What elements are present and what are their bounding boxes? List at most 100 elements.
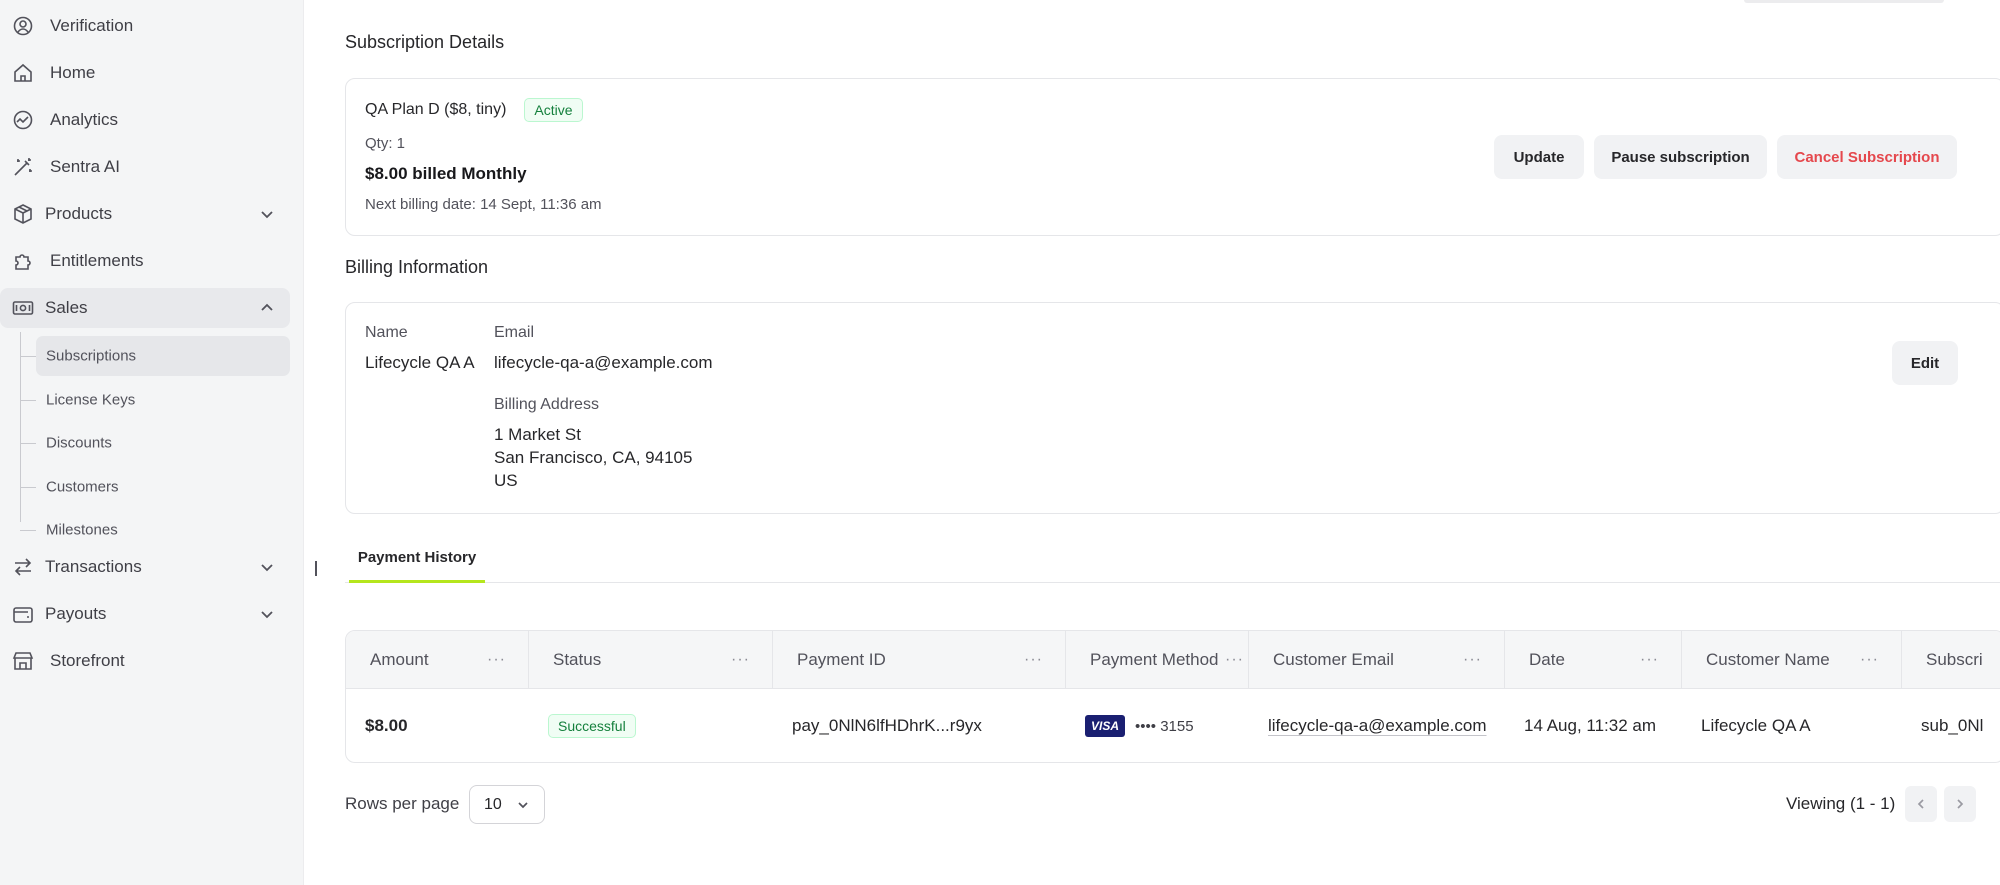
nav-analytics[interactable]: Analytics [0, 100, 290, 140]
top-edge-control [1744, 0, 1944, 3]
payment-status-badge: Successful [548, 714, 636, 738]
nav-label: Payouts [45, 604, 107, 623]
nav-transactions[interactable]: Transactions [0, 547, 290, 587]
table-row[interactable]: $8.00 Successful pay_0NlN6lfHDhrK...r9yx… [346, 689, 2000, 762]
chevron-down-icon[interactable] [258, 605, 276, 623]
verification-icon [12, 15, 34, 37]
column-menu-icon[interactable]: ··· [731, 651, 750, 669]
cell-amount: $8.00 [365, 716, 408, 735]
subnav-label: Milestones [46, 521, 118, 539]
column-header-amount[interactable]: Amount ··· [346, 631, 529, 689]
subnav-milestones[interactable]: Milestones [20, 510, 290, 550]
column-header-customer-email[interactable]: Customer Email ··· [1249, 631, 1505, 689]
tree-branch [20, 443, 36, 444]
plan-name: QA Plan D ($8, tiny) [365, 101, 507, 118]
cell-payment-method: VISA •••• 3155 [1085, 689, 1194, 762]
nav-label: Analytics [50, 110, 119, 129]
home-icon [12, 62, 34, 84]
chevron-down-icon[interactable] [258, 205, 276, 223]
subnav-label: Discounts [46, 434, 112, 452]
money-icon [12, 297, 34, 319]
tab-payment-history[interactable]: Payment History [349, 535, 485, 583]
cell-customer-email[interactable]: lifecycle-qa-a@example.com [1268, 689, 1487, 762]
cell-customer-name: Lifecycle QA A [1701, 716, 1811, 735]
column-menu-icon[interactable]: ··· [1024, 651, 1043, 669]
nav-sentra-ai[interactable]: Sentra AI [0, 147, 290, 187]
nav-storefront[interactable]: Storefront [0, 641, 290, 681]
tree-branch [20, 356, 36, 357]
header-label: Subscri [1926, 650, 1983, 669]
billing-address-label: Billing Address [494, 396, 599, 413]
name-label: Name [365, 324, 408, 341]
tab-bar: Payment History [345, 535, 2000, 583]
header-label: Date [1529, 650, 1565, 669]
nav-home[interactable]: Home [0, 53, 290, 93]
next-page-button[interactable] [1944, 786, 1976, 822]
previous-page-button[interactable] [1905, 786, 1937, 822]
subnav-discounts[interactable]: Discounts [20, 423, 290, 463]
column-menu-icon[interactable]: ··· [1640, 651, 1659, 669]
box-icon [12, 203, 34, 225]
column-menu-icon[interactable]: ··· [1860, 651, 1879, 669]
status-badge: Active [524, 98, 583, 122]
column-menu-icon[interactable]: ··· [1463, 651, 1482, 669]
nav-label: Storefront [50, 651, 125, 670]
chevron-down-icon[interactable] [258, 558, 276, 576]
nav-label: Verification [50, 16, 134, 35]
tree-branch [20, 487, 36, 488]
header-label: Payment Method [1090, 650, 1219, 669]
column-header-payment-method[interactable]: Payment Method ··· [1066, 631, 1249, 689]
nav-label: Sentra AI [50, 157, 120, 176]
address-line-2: San Francisco, CA, 94105 [494, 448, 693, 467]
header-label: Customer Name [1706, 650, 1830, 669]
nav-label: Transactions [45, 557, 142, 576]
email-label: Email [494, 324, 535, 341]
payment-history-table: Amount ··· Status ··· Payment ID ··· Paymen… [345, 630, 2000, 763]
nav-label: Entitlements [50, 251, 144, 270]
store-icon [12, 650, 34, 672]
cancel-subscription-button[interactable]: Cancel Subscription [1777, 135, 1957, 179]
subnav-customers[interactable]: Customers [20, 467, 290, 507]
cell-subscription[interactable]: sub_0Nl [1921, 689, 1983, 762]
cell-date: 14 Aug, 11:32 am [1524, 716, 1657, 735]
column-header-customer-name[interactable]: Customer Name ··· [1682, 631, 1902, 689]
resize-handle[interactable] [315, 561, 317, 576]
header-label: Amount [370, 650, 429, 669]
column-header-payment-id[interactable]: Payment ID ··· [773, 631, 1066, 689]
column-header-status[interactable]: Status ··· [529, 631, 773, 689]
card-masked-number: •••• 3155 [1135, 717, 1194, 735]
header-label: Customer Email [1273, 650, 1394, 669]
price-billing: $8.00 billed Monthly [365, 164, 527, 183]
rows-per-page-label: Rows per page [345, 794, 460, 813]
edit-billing-button[interactable]: Edit [1892, 341, 1958, 385]
address-line-1: 1 Market St [494, 425, 581, 444]
email-value: lifecycle-qa-a@example.com [494, 353, 713, 372]
nav-payouts[interactable]: Payouts [0, 594, 290, 634]
update-button[interactable]: Update [1494, 135, 1584, 179]
rows-per-page-select[interactable]: 10 [469, 785, 545, 824]
nav-products[interactable]: Products [0, 194, 290, 234]
puzzle-icon [12, 250, 34, 272]
nav-label: Home [50, 63, 96, 82]
magic-wand-icon [12, 156, 34, 178]
billing-card: Name Lifecycle QA A Email lifecycle-qa-a… [345, 302, 2000, 514]
cell-payment-id[interactable]: pay_0NlN6lfHDhrK...r9yx [792, 689, 982, 762]
column-header-subscription[interactable]: Subscri [1902, 631, 2000, 689]
nav-sales[interactable]: Sales [0, 288, 290, 328]
chevron-up-icon[interactable] [258, 299, 276, 317]
column-header-date[interactable]: Date ··· [1505, 631, 1682, 689]
nav-verification[interactable]: Verification [0, 6, 290, 46]
subnav-label: Subscriptions [46, 347, 137, 365]
address-line-3: US [494, 471, 518, 490]
sidebar: Verification Home Analytics Sentra AI Pr… [0, 0, 304, 885]
subnav-license-keys[interactable]: License Keys [20, 380, 290, 420]
viewing-range: Viewing (1 - 1) [1786, 794, 1896, 813]
column-menu-icon[interactable]: ··· [487, 651, 506, 669]
analytics-icon [12, 109, 34, 131]
subnav-subscriptions[interactable]: Subscriptions [20, 336, 290, 376]
pause-subscription-button[interactable]: Pause subscription [1594, 135, 1767, 179]
column-menu-icon[interactable]: ··· [1225, 651, 1244, 669]
nav-entitlements[interactable]: Entitlements [0, 241, 290, 281]
subscription-details-title: Subscription Details [345, 32, 505, 52]
subscription-card: QA Plan D ($8, tiny) Active Qty: 1 $8.00… [345, 78, 2000, 236]
